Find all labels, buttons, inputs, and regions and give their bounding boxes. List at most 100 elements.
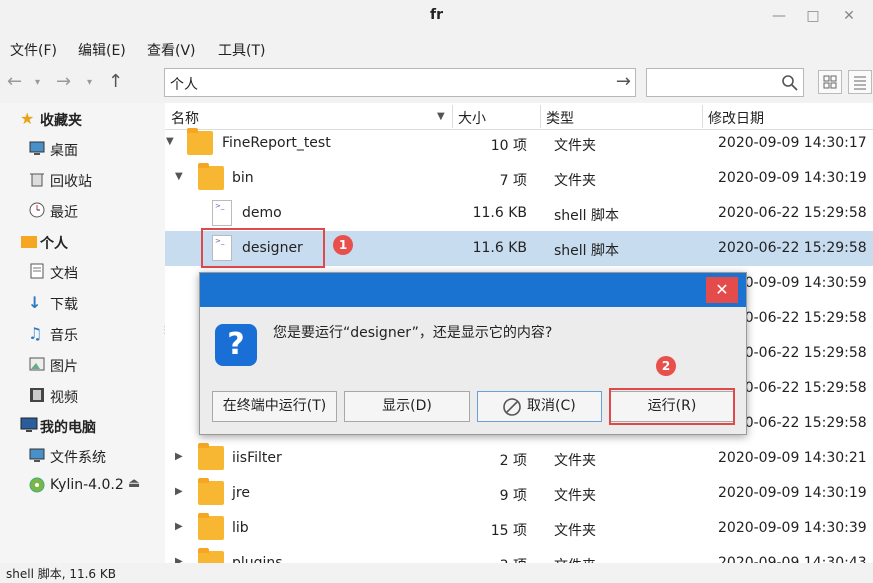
- sidebar-item-filesystem[interactable]: 文件系统: [0, 443, 164, 469]
- table-row[interactable]: demo 11.6 KB shell 脚本 2020-06-22 15:29:5…: [165, 196, 873, 231]
- title-bar: fr — □ ✕: [0, 0, 873, 33]
- file-type: 文件夹: [554, 555, 596, 563]
- table-row[interactable]: ▼ bin 7 项 文件夹 2020-09-09 14:30:19: [165, 161, 873, 196]
- dialog-message: 您是要运行“designer”，还是显示它的内容?: [273, 325, 553, 341]
- column-size[interactable]: 大小: [458, 108, 486, 128]
- forward-history-icon[interactable]: ▾: [87, 77, 92, 88]
- sort-icon[interactable]: ▼: [437, 111, 445, 122]
- sidebar-item-music[interactable]: ♫ 音乐: [0, 321, 164, 347]
- folder-icon: [198, 548, 224, 563]
- expand-arrow-icon[interactable]: ▶: [175, 556, 183, 563]
- dialog-title-bar: ✕: [200, 273, 746, 307]
- column-date[interactable]: 修改日期: [708, 108, 764, 128]
- file-size: 3 项: [457, 555, 527, 563]
- folder-icon: [20, 232, 38, 250]
- column-divider[interactable]: [452, 105, 453, 128]
- table-row[interactable]: ▶ jre 9 项 文件夹 2020-09-09 14:30:19: [165, 476, 873, 511]
- sidebar-item-label: 下载: [50, 297, 78, 313]
- search-icon[interactable]: [781, 74, 799, 92]
- file-type: shell 脚本: [554, 243, 620, 259]
- table-row[interactable]: ▶ lib 15 项 文件夹 2020-09-09 14:30:39: [165, 511, 873, 546]
- expand-arrow-icon[interactable]: ▶: [175, 451, 183, 462]
- sidebar-item-videos[interactable]: 视频: [0, 383, 164, 409]
- menu-file[interactable]: 文件(F): [10, 40, 57, 60]
- monitor-icon: [28, 446, 46, 464]
- sidebar-item-label: 视频: [50, 390, 78, 406]
- display-button[interactable]: 显示(D): [344, 391, 470, 422]
- go-icon[interactable]: →: [616, 71, 631, 92]
- file-name: jre: [232, 485, 250, 501]
- script-file-icon: [212, 200, 232, 226]
- download-icon: ↓: [28, 293, 42, 312]
- run-in-terminal-button[interactable]: 在终端中运行(T): [212, 391, 337, 422]
- sidebar-section-favorites[interactable]: ★ 收藏夹: [0, 106, 164, 132]
- sidebar-item-trash[interactable]: 回收站: [0, 167, 164, 193]
- search-input[interactable]: [646, 68, 804, 97]
- dialog-close-icon[interactable]: ✕: [706, 277, 738, 303]
- status-text: shell 脚本, 11.6 KB: [6, 567, 116, 581]
- sidebar-label: 我的电脑: [40, 420, 96, 436]
- table-row[interactable]: ▶ plugins 3 项 文件夹 2020-09-09 14:30:43: [165, 546, 873, 563]
- back-icon[interactable]: ←: [7, 71, 22, 92]
- menu-view[interactable]: 查看(V): [147, 40, 196, 60]
- icon-view-button[interactable]: [818, 70, 842, 94]
- cancel-button[interactable]: 取消(C): [477, 391, 602, 422]
- column-divider[interactable]: [540, 105, 541, 128]
- cancel-icon: [503, 398, 521, 416]
- expand-arrow-icon[interactable]: ▶: [175, 521, 183, 532]
- back-history-icon[interactable]: ▾: [35, 77, 40, 88]
- file-size: 10 项: [490, 138, 527, 154]
- address-value: 个人: [170, 77, 198, 93]
- file-date: 2020-09-09 14:30:19: [718, 485, 867, 501]
- sidebar-section-personal[interactable]: 个人: [0, 229, 164, 255]
- grid-view-icon: [823, 75, 837, 89]
- highlight-box: [201, 228, 325, 268]
- file-type: shell 脚本: [554, 208, 620, 224]
- file-name: lib: [232, 520, 249, 536]
- sidebar-item-downloads[interactable]: ↓ 下载: [0, 290, 164, 316]
- up-icon[interactable]: ↑: [108, 71, 123, 92]
- star-icon: ★: [20, 109, 35, 128]
- video-icon: [28, 386, 46, 404]
- eject-icon[interactable]: ⏏: [128, 476, 146, 494]
- file-type: 文件夹: [554, 488, 596, 504]
- expand-arrow-icon[interactable]: ▶: [175, 486, 183, 497]
- minimize-button[interactable]: —: [768, 5, 790, 27]
- collapse-arrow-icon[interactable]: ▼: [166, 136, 174, 147]
- sidebar-item-desktop[interactable]: 桌面: [0, 136, 164, 162]
- table-row[interactable]: ▶ iisFilter 2 项 文件夹 2020-09-09 14:30:21: [165, 441, 873, 476]
- menu-edit[interactable]: 编辑(E): [78, 40, 126, 60]
- sidebar-item-label: 文件系统: [50, 450, 106, 466]
- file-date: 2020-09-09 14:30:19: [718, 170, 867, 186]
- folder-icon: [198, 443, 224, 470]
- sidebar-item-pictures[interactable]: 图片: [0, 352, 164, 378]
- column-divider[interactable]: [702, 105, 703, 128]
- file-size: 7 项: [499, 173, 527, 189]
- column-name[interactable]: 名称: [171, 108, 199, 128]
- sidebar-item-kylin[interactable]: Kylin-4.0.2 ⏏: [0, 473, 164, 499]
- file-name: bin: [232, 170, 254, 186]
- forward-icon[interactable]: →: [56, 71, 71, 92]
- folder-icon: [187, 128, 213, 155]
- maximize-button[interactable]: □: [802, 5, 824, 27]
- sidebar-item-recent[interactable]: 最近: [0, 198, 164, 224]
- sidebar-item-label: 音乐: [50, 328, 78, 344]
- table-row[interactable]: ▼ FineReport_test 10 项 文件夹 2020-09-09 14…: [165, 126, 873, 161]
- collapse-arrow-icon[interactable]: ▼: [175, 171, 183, 182]
- clock-icon: [28, 201, 46, 219]
- disc-icon: [28, 476, 46, 494]
- sidebar-item-documents[interactable]: 文档: [0, 259, 164, 285]
- address-bar[interactable]: 个人 →: [164, 68, 636, 97]
- document-icon: [28, 262, 46, 280]
- sidebar-section-computer[interactable]: 我的电脑: [0, 413, 164, 439]
- sidebar-label: 收藏夹: [40, 113, 82, 129]
- file-size: 11.6 KB: [472, 240, 527, 256]
- sidebar-label: 个人: [40, 236, 68, 252]
- close-button[interactable]: ✕: [838, 5, 860, 27]
- sidebar: ★ 收藏夹 桌面 回收站 最近 个人 文档 ↓ 下载 ♫ 音乐 图片 视频 我的…: [0, 103, 164, 563]
- file-size: 11.6 KB: [472, 205, 527, 221]
- list-view-button[interactable]: [848, 70, 872, 94]
- column-type[interactable]: 类型: [546, 108, 574, 128]
- menu-tools[interactable]: 工具(T): [218, 40, 265, 60]
- file-date: 2020-09-09 14:30:39: [718, 520, 867, 536]
